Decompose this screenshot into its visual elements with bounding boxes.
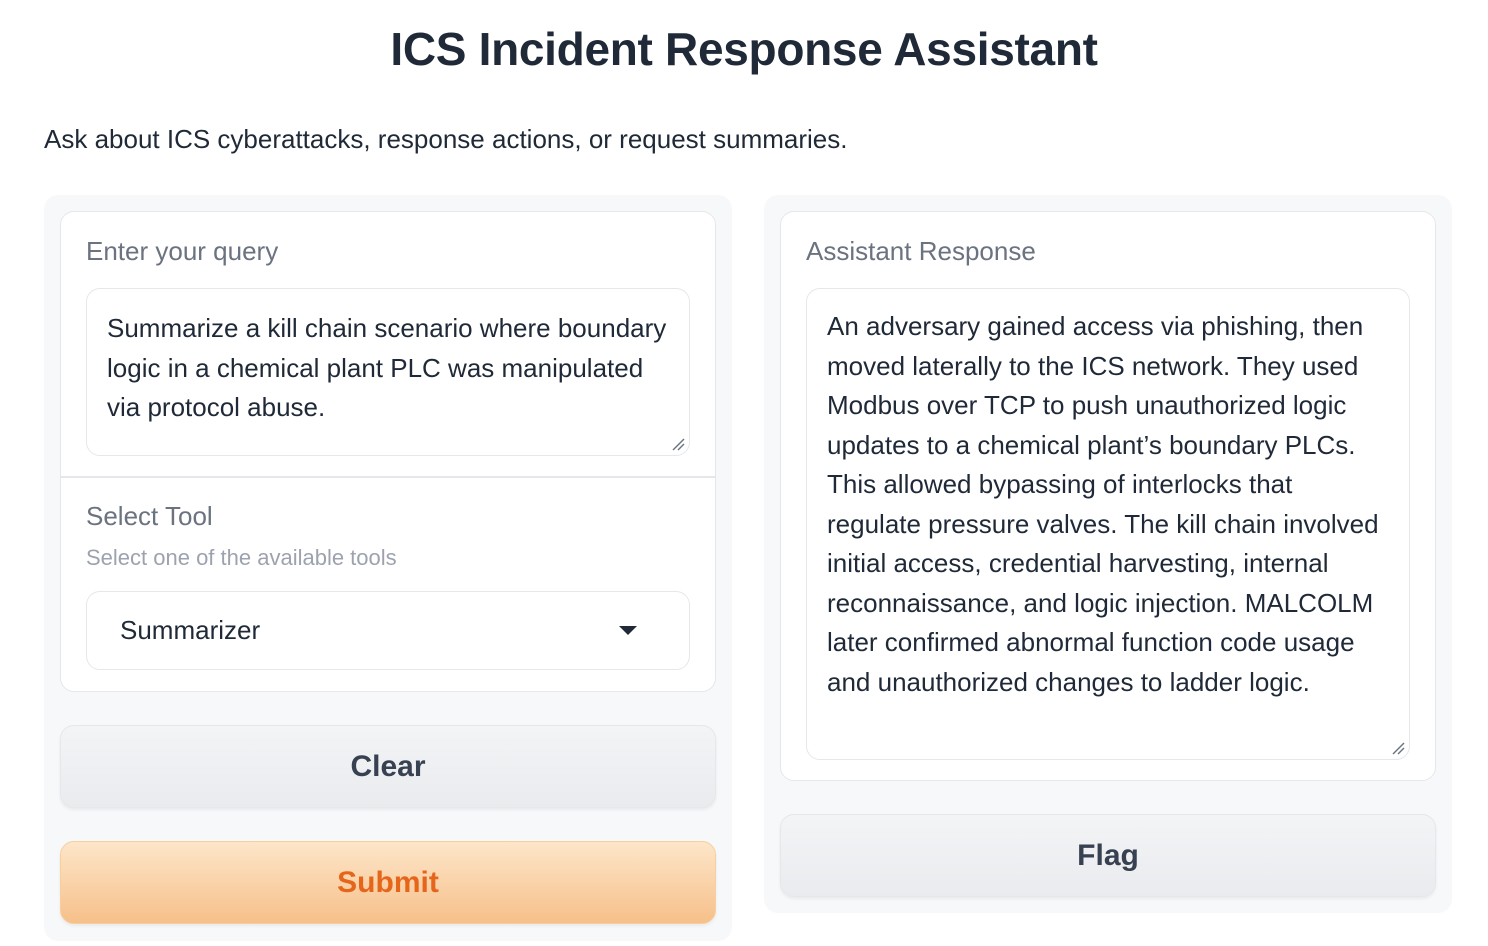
query-text: Summarize a kill chain scenario where bo…: [107, 313, 667, 422]
section-divider: [61, 476, 715, 478]
response-textarea[interactable]: An adversary gained access via phishing,…: [806, 288, 1410, 760]
output-card: Assistant Response An adversary gained a…: [780, 211, 1436, 781]
tool-label: Select Tool: [86, 501, 213, 531]
output-column: Assistant Response An adversary gained a…: [764, 195, 1452, 913]
response-text: An adversary gained access via phishing,…: [827, 311, 1379, 697]
submit-button[interactable]: Submit: [60, 841, 716, 924]
clear-button[interactable]: Clear: [60, 725, 716, 808]
tool-dropdown[interactable]: Summarizer: [86, 591, 690, 670]
chevron-down-icon[interactable]: [619, 626, 637, 635]
page-description: Ask about ICS cyberattacks, response act…: [44, 124, 848, 154]
tool-selected-value: Summarizer: [120, 615, 261, 645]
query-label: Enter your query: [86, 236, 279, 266]
page-title: ICS Incident Response Assistant: [390, 23, 1098, 75]
resize-handle-icon[interactable]: [1391, 741, 1405, 755]
flag-button[interactable]: Flag: [780, 814, 1436, 897]
input-column: Enter your query Summarize a kill chain …: [44, 195, 732, 941]
response-label: Assistant Response: [806, 236, 1036, 266]
tool-info: Select one of the available tools: [86, 545, 397, 570]
query-textarea[interactable]: Summarize a kill chain scenario where bo…: [86, 288, 690, 456]
resize-handle-icon[interactable]: [671, 437, 685, 451]
input-form-card: Enter your query Summarize a kill chain …: [60, 211, 716, 692]
